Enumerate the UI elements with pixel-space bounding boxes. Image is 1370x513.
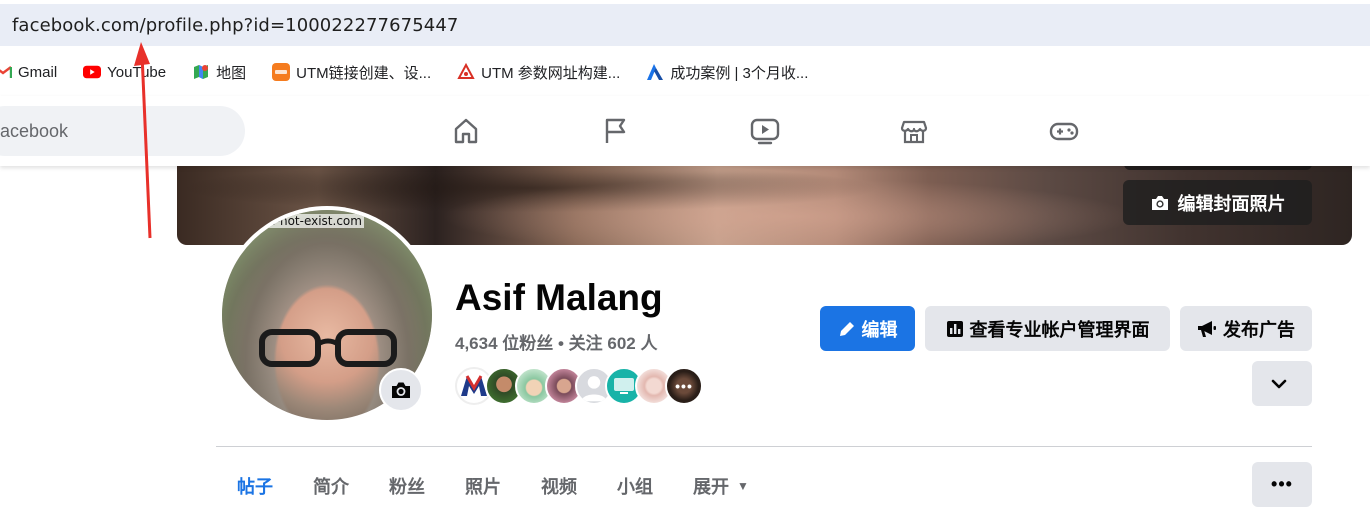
section-divider (216, 446, 1312, 447)
profile-stats[interactable]: 4,634 位粉丝 • 关注 602 人 (455, 329, 657, 354)
search-input[interactable] (0, 120, 200, 142)
more-dots-icon: ••• (675, 378, 693, 394)
tab-label: 照片 (465, 477, 501, 497)
tab-label: 帖子 (237, 477, 273, 497)
advertise-button[interactable]: 发布广告 (1180, 306, 1312, 351)
more-dots-icon: ••• (1271, 474, 1293, 494)
edit-profile-button[interactable]: 编辑 (820, 306, 915, 351)
home-icon[interactable] (449, 114, 483, 148)
utm-icon (272, 63, 291, 81)
maps-icon (192, 63, 210, 81)
profile-name: Asif Malang (455, 277, 663, 318)
edit-cover-label: 编辑封面照片 (1177, 193, 1286, 214)
annotation-arrow (134, 42, 152, 239)
bookmark-gmail[interactable]: Gmail (0, 63, 57, 81)
watch-icon[interactable] (748, 114, 782, 148)
tab-label: 粉丝 (389, 477, 425, 497)
professional-dashboard-label: 查看专业帐户管理界面 (969, 319, 1150, 340)
bookmark-label: UTM 参数网址构建... (481, 64, 621, 82)
professional-dashboard-button[interactable]: 查看专业帐户管理界面 (925, 306, 1170, 351)
bookmark-label: Gmail (18, 63, 58, 81)
tab-groups[interactable]: 小组 (597, 464, 673, 508)
profile-options-dropdown[interactable] (1252, 361, 1312, 406)
bookmark-label: 成功案例 | 3个月收... (670, 64, 809, 82)
gaming-icon[interactable] (1047, 114, 1081, 148)
tab-photos[interactable]: 照片 (445, 464, 521, 508)
camera-icon (392, 382, 410, 398)
caret-down-icon: ▼ (737, 479, 749, 493)
bookmark-utm-builder[interactable]: UTM 参数网址构建... (457, 62, 620, 83)
bookmark-utm-links[interactable]: UTM链接创建、设... (272, 62, 431, 83)
tab-videos[interactable]: 视频 (521, 464, 597, 508)
megaphone-icon (1198, 320, 1216, 337)
tab-followers[interactable]: 粉丝 (369, 464, 445, 508)
pages-flag-icon[interactable] (598, 114, 632, 148)
avatar-watermark: es-not-exist.com (260, 214, 364, 228)
pencil-icon (839, 321, 854, 336)
bookmarks-bar: Gmail YouTube 地图 UTM链接创建、设... UTM 参数网址构建… (0, 56, 834, 88)
bookmark-label: UTM链接创建、设... (296, 64, 432, 82)
facebook-top-nav (0, 96, 1370, 166)
tab-posts[interactable]: 帖子 (217, 464, 293, 508)
bookmark-success-case[interactable]: 成功案例 | 3个月收... (646, 62, 808, 83)
tab-label: 简介 (313, 477, 349, 497)
advertise-label: 发布广告 (1223, 319, 1295, 340)
more-friends-avatar[interactable]: ••• (665, 367, 703, 405)
facebook-search[interactable] (0, 106, 245, 156)
tab-label: 展开 (693, 477, 729, 497)
utm-builder-icon (457, 63, 475, 81)
more-options-button[interactable]: ••• (1252, 462, 1312, 507)
friend-avatars: ••• (455, 367, 703, 405)
marketplace-icon[interactable] (897, 114, 931, 148)
dashboard-chart-icon (946, 320, 963, 337)
avatar-glasses (259, 329, 397, 367)
edit-profile-label: 编辑 (861, 319, 898, 340)
success-case-icon (646, 63, 664, 81)
camera-icon (1151, 195, 1168, 210)
tab-more[interactable]: 展开 ▼ (673, 464, 769, 508)
profile-tabs: 帖子 简介 粉丝 照片 视频 小组 展开 ▼ (217, 464, 769, 508)
bookmark-label: 地图 (216, 64, 247, 82)
gmail-icon (0, 63, 12, 81)
bookmark-maps[interactable]: 地图 (192, 62, 246, 83)
address-bar[interactable]: facebook.com/profile.php?id=100022277675… (0, 4, 1370, 46)
address-bar-url[interactable]: facebook.com/profile.php?id=100022277675… (12, 15, 458, 36)
youtube-icon (83, 63, 102, 81)
tab-label: 小组 (617, 477, 653, 497)
chevron-down-icon (1271, 379, 1287, 388)
update-avatar-button[interactable] (379, 368, 423, 412)
edit-cover-photo-button[interactable]: 编辑封面照片 (1123, 180, 1312, 225)
tab-about[interactable]: 简介 (293, 464, 369, 508)
tab-label: 视频 (541, 477, 577, 497)
